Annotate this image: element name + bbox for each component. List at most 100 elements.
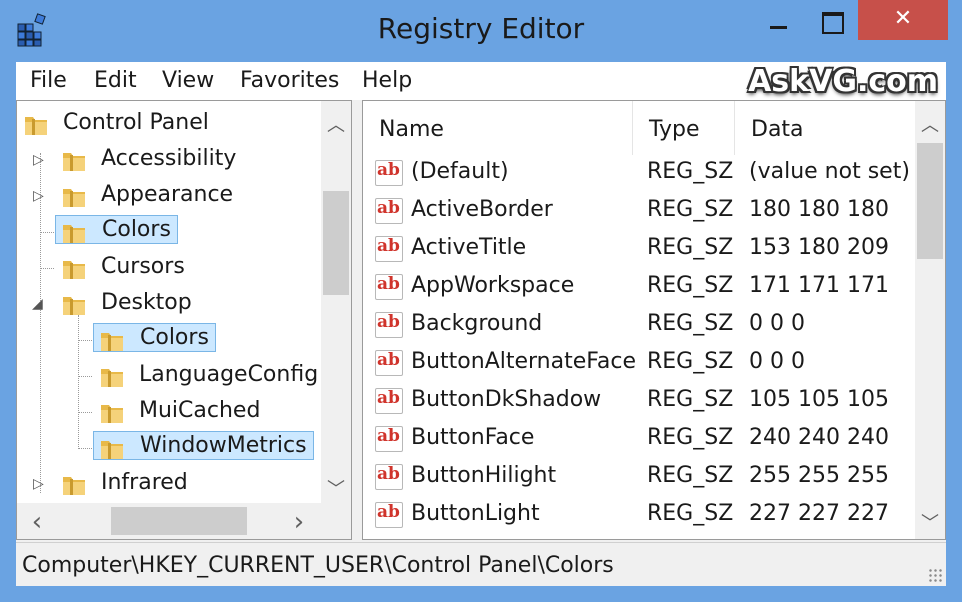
value-name: ActiveTitle [411,235,527,260]
scroll-right-icon[interactable]: › [279,507,319,537]
expand-arrow-icon[interactable]: ▷ [33,152,44,168]
folder-icon [63,153,85,171]
minimize-button[interactable] [752,0,804,40]
value-row[interactable]: ab ButtonFace REG_SZ 240 240 240 [363,421,915,459]
scrollbar-thumb[interactable] [111,507,247,535]
tree-node-label: Infrared [101,470,188,495]
value-type: REG_SZ [647,425,734,450]
menu-edit[interactable]: Edit [94,68,137,93]
folder-icon [101,333,123,351]
tree-node-label: Cursors [101,254,185,279]
value-name: ButtonLight [411,501,540,526]
tree-node-control-panel[interactable]: Control Panel [17,107,327,143]
folder-icon [63,477,85,495]
string-value-icon: ab [375,236,403,262]
string-value-icon: ab [375,502,403,528]
scroll-down-icon[interactable]: ﹀ [321,475,351,501]
tree-node-windowmetrics[interactable]: WindowMetrics [17,431,327,467]
close-button[interactable]: ✕ [858,0,948,40]
value-type: REG_SZ [647,159,734,184]
client-area: Control Panel ▷ Accessibility ▷ Appearan… [16,100,946,542]
tree-vertical-scrollbar[interactable]: ︿ ﹀ [321,101,351,503]
column-header-name[interactable]: Name [363,101,633,155]
close-icon: ✕ [893,6,913,31]
value-row[interactable]: ab ButtonDkShadow REG_SZ 105 105 105 [363,383,915,421]
value-row[interactable]: ab Background REG_SZ 0 0 0 [363,307,915,345]
tree-node-cursors[interactable]: Cursors [17,251,327,287]
tree-node-muicached[interactable]: MuiCached [17,395,327,431]
menu-help[interactable]: Help [362,68,412,93]
key-tree-pane[interactable]: Control Panel ▷ Accessibility ▷ Appearan… [16,100,352,540]
values-list-pane[interactable]: Name Type Data ab (Default) REG_SZ (value n… [362,100,946,540]
value-row[interactable]: ab ButtonHilight REG_SZ 255 255 255 [363,459,915,497]
menu-view[interactable]: View [162,68,214,93]
scroll-down-icon[interactable]: ﹀ [915,509,945,535]
expand-arrow-icon[interactable]: ▷ [33,188,44,204]
status-path: Computer\HKEY_CURRENT_USER\Control Panel… [22,553,614,578]
column-header-data[interactable]: Data [735,101,915,155]
scrollbar-thumb[interactable] [917,143,943,259]
folder-icon [63,189,85,207]
values-vertical-scrollbar[interactable]: ︿ ﹀ [915,101,945,539]
value-row[interactable]: ab (Default) REG_SZ (value not set) [363,155,915,193]
value-name: ButtonAlternateFace [411,349,637,374]
value-data: 255 255 255 [749,463,889,488]
tree-node-infrared[interactable]: ▷ Infrared [17,467,327,503]
expand-arrow-icon[interactable]: ▷ [33,476,44,492]
value-data: 171 171 171 [749,273,889,298]
maximize-button[interactable] [806,0,858,40]
scroll-up-icon[interactable]: ︿ [915,111,945,137]
scrollbar-thumb[interactable] [323,191,349,295]
watermark: AskVG.com [748,64,938,99]
status-bar: Computer\HKEY_CURRENT_USER\Control Panel… [16,542,946,586]
tree-node-label: Desktop [101,290,192,315]
value-row[interactable]: ab AppWorkspace REG_SZ 171 171 171 [363,269,915,307]
menu-bar: File Edit View Favorites Help AskVG.com [16,62,946,100]
value-name: ActiveBorder [411,197,553,222]
string-value-icon: ab [375,388,403,414]
string-value-icon: ab [375,464,403,490]
scroll-up-icon[interactable]: ︿ [321,111,351,137]
value-row[interactable]: ab ButtonLight REG_SZ 227 227 227 [363,497,915,535]
value-row[interactable]: ab ActiveBorder REG_SZ 180 180 180 [363,193,915,231]
scroll-left-icon[interactable]: ‹ [17,507,57,537]
value-data: 105 105 105 [749,387,889,412]
value-data: 0 0 0 [749,349,805,374]
scrollbar-corner [321,503,351,539]
value-name: Background [411,311,543,336]
tree-node-appearance[interactable]: ▷ Appearance [17,179,327,215]
value-name: ButtonFace [411,425,535,450]
value-type: REG_SZ [647,273,734,298]
folder-icon [101,441,123,459]
value-data: 0 0 0 [749,311,805,336]
tree-node-languageconfig[interactable]: LanguageConfig [17,359,327,395]
folder-icon [25,117,47,135]
menu-favorites[interactable]: Favorites [240,68,339,93]
value-name: AppWorkspace [411,273,575,298]
resize-grip-icon[interactable] [928,568,942,582]
tree-horizontal-scrollbar[interactable]: ‹ › [17,503,321,539]
value-row[interactable]: ab ButtonAlternateFace REG_SZ 0 0 0 [363,345,915,383]
tree-node-label: Accessibility [101,146,237,171]
tree-node-desktop-colors[interactable]: Colors [17,323,327,359]
tree-node-colors[interactable]: Colors [17,215,327,251]
folder-icon [101,369,123,387]
tree-node-label: Control Panel [63,110,209,135]
title-bar[interactable]: Registry Editor ✕ [0,0,962,62]
value-type: REG_SZ [647,501,734,526]
value-row[interactable]: ab ActiveTitle REG_SZ 153 180 209 [363,231,915,269]
tree-node-accessibility[interactable]: ▷ Accessibility [17,143,327,179]
folder-icon [63,297,85,315]
value-type: REG_SZ [647,463,734,488]
string-value-icon: ab [375,426,403,452]
string-value-icon: ab [375,312,403,338]
menu-file[interactable]: File [30,68,67,93]
value-data: 227 227 227 [749,501,889,526]
tree-node-label: LanguageConfig [139,362,319,387]
folder-icon [101,405,123,423]
collapse-arrow-icon[interactable]: ◢ [32,296,43,312]
tree-node-desktop[interactable]: ◢ Desktop [17,287,327,323]
string-value-icon: ab [375,160,403,186]
value-type: REG_SZ [647,387,734,412]
column-header-type[interactable]: Type [633,101,735,155]
